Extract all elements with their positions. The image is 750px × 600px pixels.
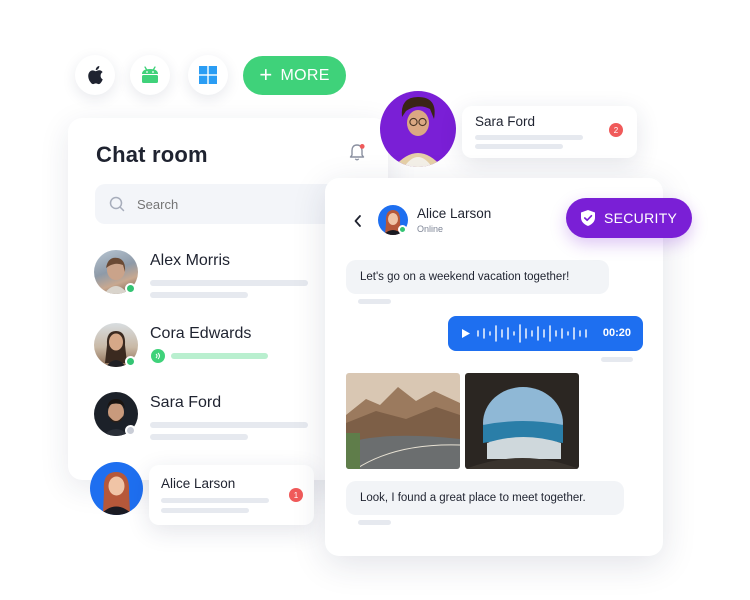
- message-preview-placeholder: [475, 144, 563, 149]
- search-box[interactable]: [95, 184, 355, 224]
- contact-name: Cora Edwards: [150, 325, 252, 342]
- shared-photo-tunnel[interactable]: [465, 373, 579, 469]
- android-icon: [142, 66, 158, 83]
- apple-platform-button[interactable]: [75, 55, 115, 95]
- windows-platform-button[interactable]: [188, 55, 228, 95]
- sara-notification-avatar: [380, 91, 456, 167]
- chat-room-title: Chat room: [96, 142, 208, 167]
- message-preview-placeholder: [161, 508, 249, 513]
- voice-message-icon: [151, 349, 165, 363]
- unread-count-badge: 1: [289, 488, 303, 502]
- security-label: SECURITY: [604, 210, 678, 226]
- contact-name: Alex Morris: [150, 252, 231, 269]
- notification-sender-name: Sara Ford: [475, 114, 536, 129]
- contact-item-sara-ford[interactable]: Sara Ford: [94, 392, 354, 442]
- incoming-message: Look, I found a great place to meet toge…: [346, 481, 624, 515]
- message-preview-placeholder: [161, 498, 269, 503]
- contact-status: Online: [417, 224, 444, 234]
- notification-sender-name: Alice Larson: [161, 476, 236, 491]
- message-preview-placeholder: [150, 422, 308, 428]
- search-input[interactable]: [137, 196, 307, 212]
- unread-count-badge: 2: [609, 123, 623, 137]
- shared-photo-road[interactable]: [346, 373, 460, 469]
- voice-message-duration: 00:20: [602, 327, 631, 339]
- message-time-placeholder: [358, 520, 391, 525]
- contact-item-alex-morris[interactable]: Alex Morris: [94, 250, 354, 300]
- more-platforms-button[interactable]: + MORE: [243, 56, 346, 95]
- contact-name: Sara Ford: [150, 394, 222, 411]
- message-time-placeholder: [358, 299, 391, 304]
- voice-message-bubble[interactable]: 00:20: [448, 316, 643, 351]
- online-status-dot: [125, 283, 136, 294]
- back-arrow-icon[interactable]: [353, 214, 363, 228]
- bell-icon[interactable]: [348, 143, 366, 163]
- alice-notification-card[interactable]: Alice Larson 1: [149, 465, 314, 525]
- message-text: Let's go on a weekend vacation together!: [360, 271, 570, 283]
- contact-name: Alice Larson: [417, 206, 492, 221]
- more-button-label: MORE: [280, 66, 330, 84]
- landing-canvas: + MORE Chat room Alex Morris: [0, 0, 750, 600]
- message-time-placeholder: [601, 357, 633, 362]
- message-preview-placeholder: [150, 292, 248, 298]
- voice-message-progress: [171, 353, 268, 359]
- online-status-dot: [398, 225, 407, 234]
- shield-check-icon: [581, 210, 595, 226]
- play-icon[interactable]: [461, 328, 471, 339]
- alice-notification-avatar: [90, 462, 143, 515]
- sara-notification-card[interactable]: Sara Ford 2: [462, 106, 637, 158]
- windows-icon: [199, 66, 217, 84]
- online-status-dot: [125, 356, 136, 367]
- apple-icon: [87, 66, 103, 85]
- message-preview-placeholder: [150, 434, 248, 440]
- android-platform-button[interactable]: [130, 55, 170, 95]
- contact-item-cora-edwards[interactable]: Cora Edwards: [94, 323, 354, 373]
- plus-icon: +: [259, 61, 273, 87]
- incoming-message: Let's go on a weekend vacation together!: [346, 260, 609, 294]
- search-icon: [109, 196, 125, 212]
- audio-waveform: [477, 324, 587, 343]
- security-badge: SECURITY: [566, 198, 692, 238]
- message-text: Look, I found a great place to meet toge…: [360, 492, 586, 504]
- message-preview-placeholder: [475, 135, 583, 140]
- offline-status-dot: [125, 425, 136, 436]
- message-preview-placeholder: [150, 280, 308, 286]
